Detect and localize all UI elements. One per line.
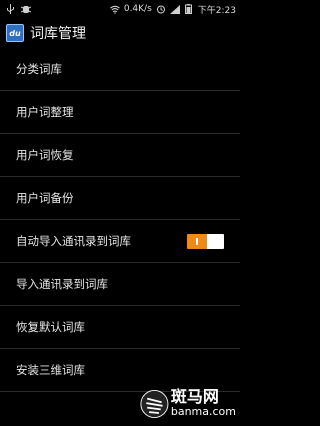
settings-list: 分类词库 用户词整理 用户词恢复 用户词备份 自动导入通讯录到词库 导入通讯录到… bbox=[0, 48, 240, 392]
toggle-off-area bbox=[207, 233, 224, 249]
page-title: 词库管理 bbox=[30, 26, 86, 42]
signal-icon bbox=[169, 4, 180, 14]
zebra-logo-icon bbox=[140, 390, 169, 418]
menu-item-label: 安装三维词库 bbox=[16, 363, 85, 377]
menu-item-label: 用户词整理 bbox=[16, 105, 74, 119]
menu-item-backup-user-words[interactable]: 用户词备份 bbox=[0, 177, 240, 220]
watermark-en: banma.com bbox=[170, 405, 236, 418]
menu-item-label: 分类词库 bbox=[16, 62, 62, 76]
menu-item-label: 恢复默认词库 bbox=[16, 320, 85, 334]
status-bar: 0.4K/s 下午2:23 bbox=[0, 0, 240, 18]
watermark: 斑马网 banma.com bbox=[140, 386, 236, 422]
app-logo-text: du bbox=[9, 28, 21, 38]
screen: 0.4K/s 下午2:23 du 词库管理 分类词库 用户词整理 用户词恢复 用… bbox=[0, 0, 240, 426]
menu-item-restore-user-words[interactable]: 用户词恢复 bbox=[0, 134, 240, 177]
menu-item-category-dict[interactable]: 分类词库 bbox=[0, 48, 240, 91]
menu-item-label: 用户词恢复 bbox=[16, 148, 74, 162]
menu-item-label: 导入通讯录到词库 bbox=[16, 277, 108, 291]
battery-icon bbox=[184, 4, 194, 14]
usb-icon bbox=[5, 4, 15, 14]
title-bar: du 词库管理 bbox=[0, 18, 240, 48]
app-logo-icon: du bbox=[6, 24, 24, 42]
menu-item-organize-user-words[interactable]: 用户词整理 bbox=[0, 91, 240, 134]
debug-icon bbox=[21, 4, 31, 14]
toggle-on-indicator bbox=[187, 233, 207, 249]
network-speed: 0.4K/s bbox=[123, 4, 152, 14]
menu-item-restore-default-dict[interactable]: 恢复默认词库 bbox=[0, 306, 240, 349]
alarm-icon bbox=[156, 4, 166, 14]
auto-import-toggle[interactable] bbox=[187, 233, 224, 249]
menu-item-label: 自动导入通讯录到词库 bbox=[16, 234, 131, 248]
menu-item-import-contacts[interactable]: 导入通讯录到词库 bbox=[0, 263, 240, 306]
menu-item-auto-import-contacts[interactable]: 自动导入通讯录到词库 bbox=[0, 220, 240, 263]
wifi-icon bbox=[109, 4, 120, 14]
watermark-cn: 斑马网 bbox=[170, 387, 219, 406]
menu-item-label: 用户词备份 bbox=[16, 191, 74, 205]
clock: 下午2:23 bbox=[197, 5, 236, 16]
